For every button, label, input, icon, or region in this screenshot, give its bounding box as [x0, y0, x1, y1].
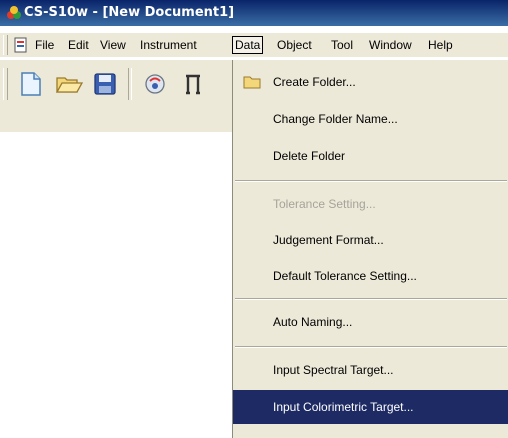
menubar-grip[interactable] [3, 35, 8, 55]
menu-item-label: Input Colorimetric Target... [273, 400, 414, 414]
menu-tool[interactable]: Tool [328, 37, 356, 53]
menu-item-label: Tolerance Setting... [273, 197, 376, 211]
menu-item-label: Input Spectral Target... [273, 363, 394, 377]
menu-instrument[interactable]: Instrument [137, 37, 200, 53]
menu-item-label: Auto Naming... [273, 315, 353, 329]
window-title: CS-S10w - [New Document1] [24, 5, 235, 20]
save-icon[interactable] [90, 70, 120, 98]
menu-item-label: Change Folder Name... [273, 112, 398, 126]
menu-item-input-colorimetric-target[interactable]: Input Colorimetric Target... [233, 390, 508, 424]
data-menu-dropdown: Create Folder... Change Folder Name... D… [232, 60, 508, 438]
menu-item-label: Judgement Format... [273, 233, 384, 247]
menu-separator [235, 346, 507, 348]
menu-item-label: Default Tolerance Setting... [273, 269, 417, 283]
menu-item-delete-folder[interactable]: Delete Folder [233, 140, 508, 172]
menu-edit[interactable]: Edit [65, 37, 92, 53]
menu-item-label: Delete Folder [273, 149, 346, 163]
toolbar-grip[interactable] [3, 68, 8, 100]
menu-item-input-spectral-target[interactable]: Input Spectral Target... [233, 354, 508, 386]
tool-icon[interactable] [178, 70, 208, 98]
menu-item-label: Create Folder... [273, 75, 356, 89]
menu-item-create-folder[interactable]: Create Folder... [233, 66, 508, 98]
menu-bar: File Edit View Instrument Data Object To… [0, 33, 508, 57]
menu-item-tolerance-setting: Tolerance Setting... [233, 188, 508, 220]
folder-icon [243, 76, 261, 89]
menu-separator [235, 298, 507, 300]
toolbar-separator [128, 68, 132, 100]
menu-object[interactable]: Object [274, 37, 315, 53]
menu-item-change-folder-name[interactable]: Change Folder Name... [233, 103, 508, 135]
menu-data[interactable]: Data [232, 36, 264, 54]
open-folder-icon[interactable] [54, 70, 84, 98]
instrument-icon[interactable] [140, 70, 170, 98]
menu-item-default-tolerance-setting[interactable]: Default Tolerance Setting... [233, 260, 508, 292]
toolbar [0, 60, 233, 132]
document-system-icon[interactable] [13, 37, 29, 53]
app-logo-icon [7, 6, 21, 19]
menu-window[interactable]: Window [366, 37, 415, 53]
menu-view[interactable]: View [97, 37, 129, 53]
title-bar: CS-S10w - [New Document1] [0, 0, 508, 26]
menu-item-auto-naming[interactable]: Auto Naming... [233, 306, 508, 338]
menu-separator [235, 180, 507, 182]
menu-help[interactable]: Help [425, 37, 456, 53]
menu-file[interactable]: File [32, 37, 57, 53]
new-document-icon[interactable] [16, 70, 46, 98]
menu-item-judgement-format[interactable]: Judgement Format... [233, 224, 508, 256]
